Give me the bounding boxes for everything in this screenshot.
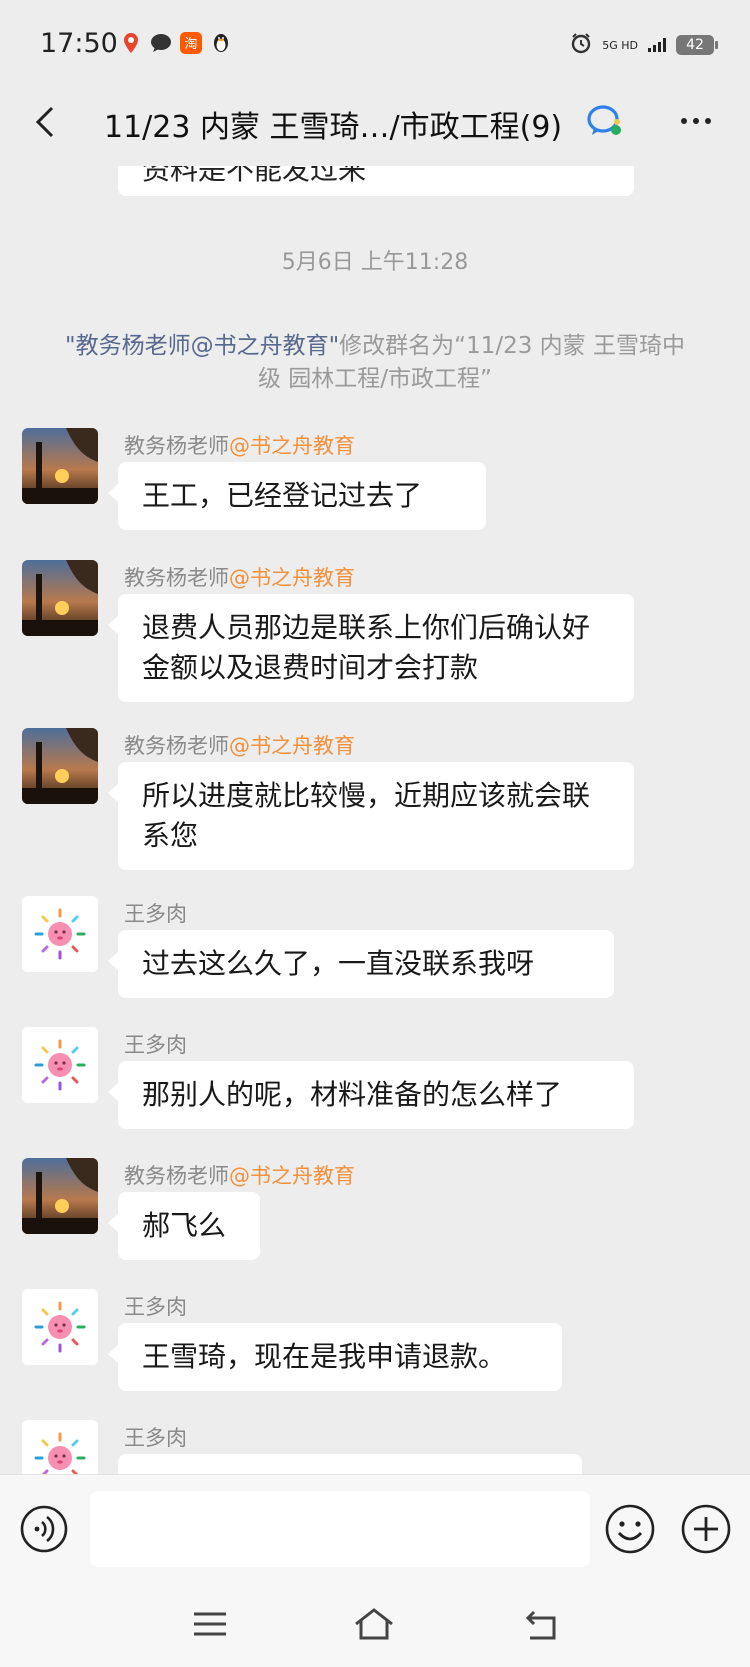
avatar-sun[interactable] bbox=[22, 1289, 98, 1365]
sender-display-name: 王多肉 bbox=[124, 902, 187, 926]
avatar-sun[interactable] bbox=[22, 1420, 98, 1474]
avatar-teacher[interactable] bbox=[22, 560, 98, 636]
message-bubble[interactable]: 王工，已经登记过去了 bbox=[108, 462, 486, 530]
notification-icons: 淘 bbox=[120, 32, 232, 54]
status-time: 17:50 bbox=[40, 28, 118, 59]
more-actions-icon[interactable] bbox=[680, 1503, 732, 1555]
sender-display-name: 王多肉 bbox=[124, 1295, 187, 1319]
sender-name: 教务杨老师@书之舟教育 bbox=[124, 1160, 355, 1190]
more-options-icon[interactable] bbox=[676, 106, 716, 136]
message-list[interactable]: 资料是不能发过来 5月6日 上午11:28 "教务杨老师@书之舟教育"修改群名为… bbox=[0, 166, 750, 1474]
chat-header: 11/23 内蒙 王雪琦…/市政工程(9) bbox=[0, 90, 750, 166]
sender-name: 教务杨老师@书之舟教育 bbox=[124, 430, 355, 460]
back-nav-icon[interactable] bbox=[520, 1604, 564, 1644]
sender-name: 王多肉 bbox=[124, 1029, 187, 1059]
message-text: 资料是不能发过来 bbox=[142, 166, 367, 186]
group-chat-icon bbox=[586, 102, 624, 140]
input-bar bbox=[0, 1474, 750, 1583]
sender-name: 教务杨老师@书之舟教育 bbox=[124, 730, 355, 760]
sender-org: @书之舟教育 bbox=[229, 734, 355, 758]
taobao-icon: 淘 bbox=[180, 32, 202, 54]
message-bubble[interactable]: 王雪琦，现在是我申请退款。 bbox=[108, 1323, 562, 1391]
sender-org: @书之舟教育 bbox=[229, 566, 355, 590]
map-pin-icon bbox=[120, 32, 142, 54]
sender-display-name: 教务杨老师 bbox=[124, 734, 229, 758]
system-message: "教务杨老师@书之舟教育"修改群名为“11/23 内蒙 王雪琦中级 园林工程/市… bbox=[60, 330, 690, 396]
sender-display-name: 教务杨老师 bbox=[124, 1164, 229, 1188]
system-indicators: 5G HD 42 bbox=[570, 32, 718, 58]
chat-bubble-icon bbox=[150, 32, 172, 54]
avatar-sun[interactable] bbox=[22, 896, 98, 972]
avatar-teacher[interactable] bbox=[22, 728, 98, 804]
sender-name: 王多肉 bbox=[124, 898, 187, 928]
message-timestamp: 5月6日 上午11:28 bbox=[281, 250, 469, 275]
back-arrow-icon[interactable] bbox=[28, 102, 68, 142]
svg-text:淘: 淘 bbox=[184, 37, 197, 52]
qq-penguin-icon bbox=[210, 32, 232, 54]
message-bubble[interactable]: 那别人的呢，材料准备的怎么样了 bbox=[108, 1061, 634, 1129]
status-bar: 17:50 淘 5G HD 42 bbox=[0, 0, 750, 90]
message-bubble-partial[interactable]: 资料是不能发过来 bbox=[118, 166, 634, 196]
system-nav-bar bbox=[0, 1582, 750, 1667]
chat-title: 11/23 内蒙 王雪琦…/市政工程(9) bbox=[104, 110, 563, 145]
sender-name: 王多肉 bbox=[124, 1422, 187, 1452]
sender-name: 教务杨老师@书之舟教育 bbox=[124, 562, 355, 592]
avatar-sun[interactable] bbox=[22, 1027, 98, 1103]
sender-display-name: 教务杨老师 bbox=[124, 566, 229, 590]
menu-icon[interactable] bbox=[188, 1604, 232, 1644]
alarm-icon bbox=[570, 32, 592, 58]
chat-screen: 17:50 淘 5G HD 42 11/23 内蒙 王雪琦…/市政工程(9) 资… bbox=[0, 0, 750, 1667]
sender-org: @书之舟教育 bbox=[229, 1164, 355, 1188]
sender-org: @书之舟教育 bbox=[229, 434, 355, 458]
voice-input-icon[interactable] bbox=[20, 1505, 68, 1553]
sender-display-name: 王多肉 bbox=[124, 1426, 187, 1450]
avatar-teacher[interactable] bbox=[22, 1158, 98, 1234]
battery-indicator: 42 bbox=[676, 35, 718, 55]
sender-display-name: 王多肉 bbox=[124, 1033, 187, 1057]
message-bubble[interactable]: 郝飞么 bbox=[108, 1192, 260, 1260]
emoji-icon[interactable] bbox=[604, 1503, 656, 1555]
message-bubble[interactable]: 过去这么久了，一直没联系我呀 bbox=[108, 930, 614, 998]
message-input[interactable] bbox=[90, 1491, 590, 1567]
sender-name: 王多肉 bbox=[124, 1291, 187, 1321]
message-bubble[interactable] bbox=[118, 1454, 582, 1474]
home-icon[interactable] bbox=[352, 1604, 396, 1644]
avatar-teacher[interactable] bbox=[22, 428, 98, 504]
system-message-actor[interactable]: "教务杨老师@书之舟教育" bbox=[65, 333, 339, 359]
message-bubble[interactable]: 所以进度就比较慢，近期应该就会联系您 bbox=[108, 762, 634, 870]
network-type: 5G HD bbox=[602, 38, 638, 52]
sender-display-name: 教务杨老师 bbox=[124, 434, 229, 458]
message-bubble[interactable]: 退费人员那边是联系上你们后确认好金额以及退费时间才会打款 bbox=[108, 594, 634, 702]
signal-icon bbox=[648, 38, 666, 52]
